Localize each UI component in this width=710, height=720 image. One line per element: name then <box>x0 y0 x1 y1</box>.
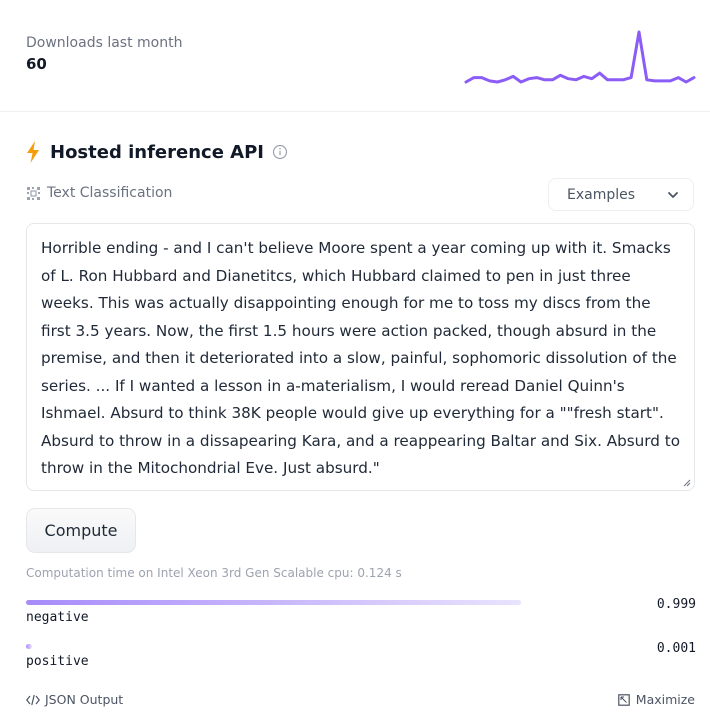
json-output-label: JSON Output <box>45 692 124 707</box>
code-icon <box>26 694 40 705</box>
maximize-button[interactable]: Maximize <box>617 692 695 707</box>
result-label: positive <box>26 654 89 669</box>
section-divider <box>0 111 710 112</box>
text-classification-icon <box>27 186 40 200</box>
examples-label: Examples <box>567 186 636 203</box>
input-text: Horrible ending - and I can't believe Mo… <box>41 239 681 477</box>
maximize-icon <box>617 693 630 706</box>
downloads-stat: Downloads last month 60 <box>26 35 182 73</box>
lightning-bolt-icon <box>27 141 39 163</box>
computation-time: Computation time on Intel Xeon 3rd Gen S… <box>26 566 402 580</box>
json-output-toggle[interactable]: JSON Output <box>26 692 123 707</box>
task-label: Text Classification <box>47 185 173 201</box>
downloads-sparkline <box>464 30 696 84</box>
result-label: negative <box>26 610 89 625</box>
score-bar <box>26 600 521 605</box>
task-type: Text Classification <box>26 185 172 201</box>
result-score: 0.999 <box>656 597 696 612</box>
input-textarea[interactable]: Horrible ending - and I can't believe Mo… <box>26 223 695 491</box>
compute-button[interactable]: Compute <box>26 508 136 553</box>
score-bar-track <box>26 600 521 605</box>
result-row-negative: negative 0.999 <box>26 597 696 640</box>
info-icon[interactable] <box>272 144 288 160</box>
score-bar <box>26 644 32 649</box>
inference-api-title: Hosted inference API <box>50 141 264 163</box>
examples-dropdown[interactable]: Examples <box>548 178 694 211</box>
result-score: 0.001 <box>656 641 696 656</box>
result-row-positive: positive 0.001 <box>26 641 696 684</box>
sparkline-series <box>464 30 696 84</box>
resize-handle-icon[interactable] <box>682 478 691 487</box>
chevron-down-icon <box>668 191 678 198</box>
downloads-value: 60 <box>26 55 47 73</box>
downloads-label: Downloads last month <box>26 35 183 51</box>
maximize-label: Maximize <box>635 692 695 707</box>
inference-api-header: Hosted inference API <box>26 141 288 163</box>
score-bar-track <box>26 644 521 649</box>
